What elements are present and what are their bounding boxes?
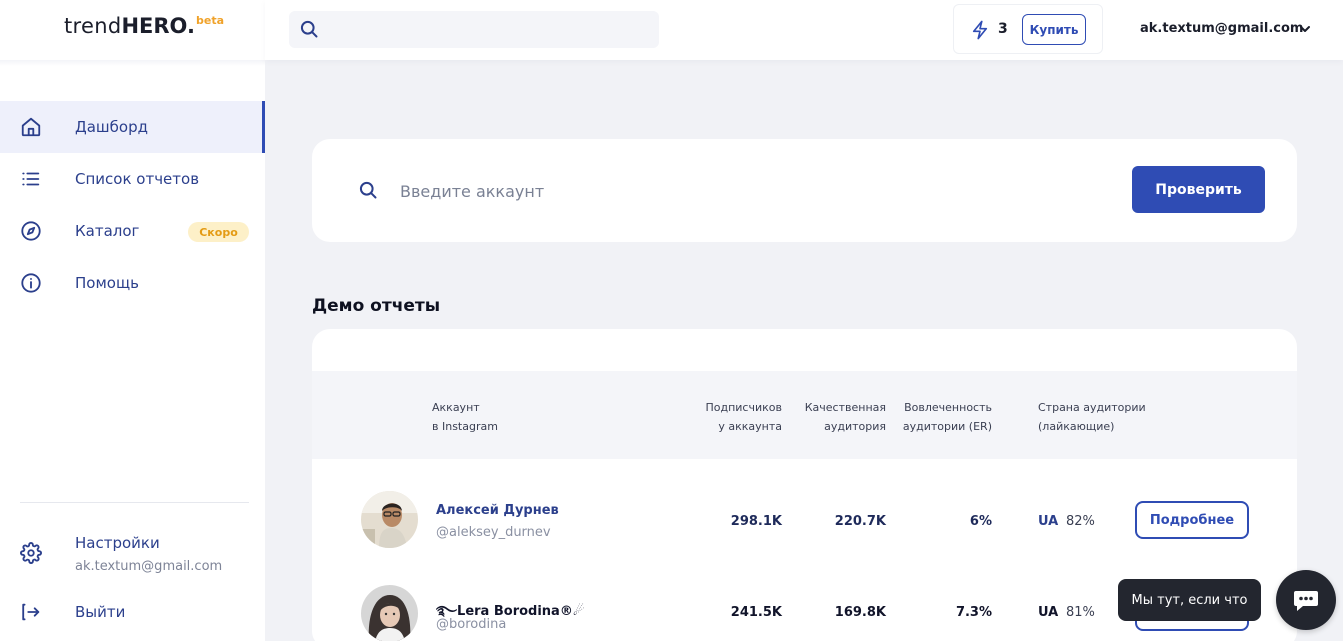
logout-label: Выйти (75, 603, 126, 621)
gear-icon (20, 542, 42, 564)
table-header: Аккаунт в Instagram Подписчиков у аккаун… (312, 371, 1297, 459)
account-check-card: Проверить (312, 139, 1297, 242)
avatar[interactable] (361, 585, 418, 641)
credits-count: 3 (998, 21, 1008, 37)
sidebar-item-settings[interactable]: Настройки ak.textum@gmail.com (0, 530, 265, 580)
account-email: ak.textum@gmail.com (1140, 21, 1304, 36)
logout-button[interactable]: Выйти (0, 590, 265, 634)
search-icon (300, 20, 318, 38)
logout-icon (22, 603, 40, 621)
column-header-account: Аккаунт в Instagram (432, 401, 498, 433)
column-header-er: Вовлеченность аудитории (ER) (902, 401, 992, 433)
topbar: 3 Купить ak.textum@gmail.com (265, 0, 1343, 60)
country-code: UA (1038, 514, 1059, 529)
demo-section-title: Демо отчеты (312, 296, 441, 316)
search-icon (359, 181, 377, 199)
top-search[interactable] (289, 11, 659, 48)
account-menu[interactable]: ak.textum@gmail.com (1140, 0, 1330, 60)
logo[interactable]: trendHERO. beta (64, 14, 224, 46)
compass-icon (21, 221, 41, 241)
sidebar-item-dashboard[interactable]: Дашборд (0, 101, 265, 153)
sidebar-item-label: Дашборд (75, 118, 148, 136)
sidebar-nav: Дашборд Список отчетов Каталог Скоро Пом… (0, 101, 265, 309)
country-percent: 82% (1066, 514, 1095, 529)
home-icon (21, 117, 41, 137)
chat-tooltip: Мы тут, если что (1118, 579, 1261, 621)
sidebar-item-label: Помощь (75, 274, 139, 292)
table-row: Алексей Дурнев @aleksey_durnev 298.1K 22… (312, 479, 1297, 561)
quality-audience-value: 169.8K (834, 605, 886, 620)
buy-button[interactable]: Купить (1022, 14, 1086, 45)
details-button[interactable]: Подробнее (1135, 501, 1249, 539)
sidebar-item-catalog[interactable]: Каталог Скоро (0, 205, 265, 257)
credits-box: 3 Купить (953, 4, 1103, 54)
sidebar-divider (0, 60, 265, 66)
account-handle: @aleksey_durnev (436, 525, 551, 540)
account-input[interactable] (400, 172, 1100, 210)
sidebar-item-label: Список отчетов (75, 170, 200, 188)
logo-text-hero: HERO. (121, 14, 195, 38)
list-icon (22, 172, 40, 186)
er-value: 7.3% (955, 605, 992, 620)
lightning-icon (972, 20, 988, 40)
chat-button[interactable] (1276, 570, 1336, 630)
sidebar-item-label: Каталог (75, 222, 140, 240)
quality-audience-value: 220.7K (834, 514, 886, 529)
coming-soon-badge: Скоро (188, 222, 249, 242)
beta-badge: beta (196, 14, 225, 27)
country-percent: 81% (1066, 605, 1095, 620)
followers-value: 298.1K (730, 514, 782, 529)
sidebar-item-reports[interactable]: Список отчетов (0, 153, 265, 205)
column-header-country: Страна аудитории (лайкающие) (1038, 401, 1146, 433)
settings-label: Настройки (75, 534, 160, 552)
check-button[interactable]: Проверить (1132, 166, 1265, 213)
info-icon (21, 273, 41, 293)
top-search-input[interactable] (329, 11, 649, 48)
avatar[interactable] (361, 491, 418, 548)
sidebar-item-help[interactable]: Помощь (0, 257, 265, 309)
er-value: 6% (969, 514, 992, 529)
account-handle: @borodina (436, 617, 507, 632)
column-header-quality: Качественная аудитория (804, 401, 886, 433)
chat-icon (1294, 591, 1318, 611)
column-header-followers: Подписчиков у аккаунта (705, 401, 782, 433)
chevron-down-icon (1300, 26, 1310, 32)
country-code: UA (1038, 605, 1059, 620)
account-name[interactable]: Алексей Дурнев (436, 503, 559, 518)
sidebar-bottom-divider (20, 502, 249, 503)
sidebar: trendHERO. beta Дашборд Список отчетов К… (0, 0, 265, 641)
followers-value: 241.5K (730, 605, 782, 620)
logo-text-trend: trend (64, 14, 122, 38)
settings-email: ak.textum@gmail.com (75, 559, 223, 574)
